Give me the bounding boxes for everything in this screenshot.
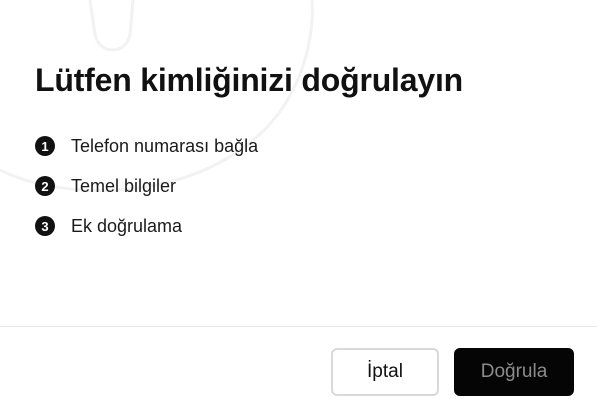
step-label: Telefon numarası bağla [71,135,259,156]
step-label: Ek doğrulama [71,215,183,236]
verify-button[interactable]: Doğrula [454,348,574,396]
dialog-title: Lütfen kimliğinizi doğrulayın [35,62,463,98]
step-label: Temel bilgiler [71,175,177,196]
cancel-button[interactable]: İptal [331,348,439,396]
step-number-badge: 1 [35,136,55,156]
footer-divider [0,326,597,327]
step-item: 1 Telefon numarası bağla [35,133,258,159]
verification-dialog: Lütfen kimliğinizi doğrulayın 1 Telefon … [0,0,597,410]
step-item: 2 Temel bilgiler [35,173,258,199]
step-number-badge: 2 [35,176,55,196]
step-item: 3 Ek doğrulama [35,213,258,239]
step-number-badge: 3 [35,216,55,236]
verification-steps: 1 Telefon numarası bağla 2 Temel bilgile… [35,133,258,253]
